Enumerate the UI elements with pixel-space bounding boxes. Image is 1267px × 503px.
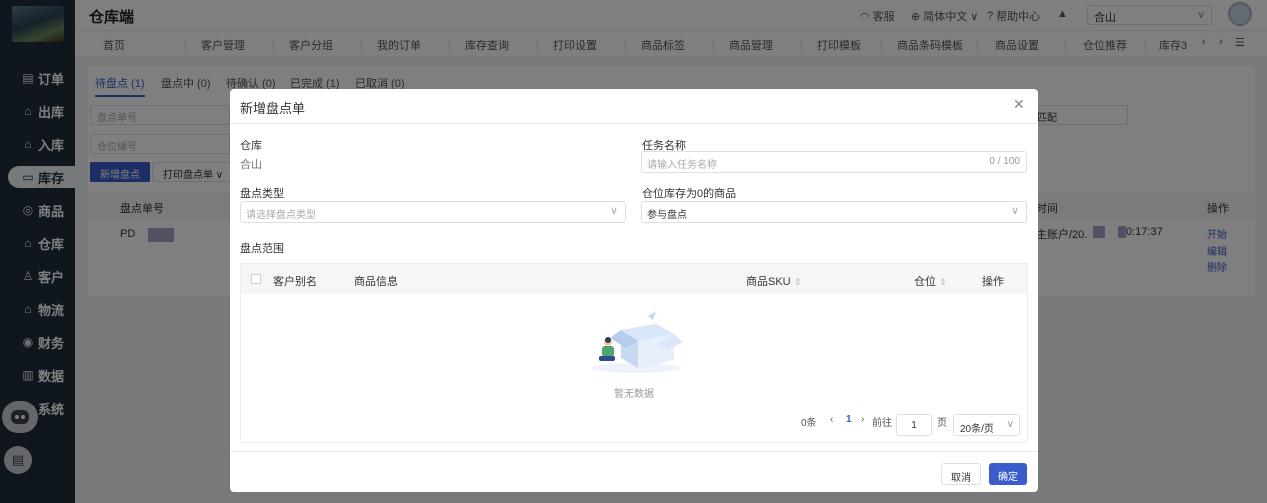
pager-next[interactable]: ›: [861, 414, 864, 425]
chevron-down-icon: ∨: [1010, 205, 1019, 217]
table-header: 客户别名 商品信息 商品SKU ⇕ 仓位 ⇕ 操作: [241, 264, 1027, 294]
chevron-down-icon: ∨: [609, 205, 618, 217]
pager-page-unit: 页: [937, 418, 947, 429]
pager-size-value: 20条/页: [960, 424, 994, 435]
divider: [230, 123, 1038, 124]
col-sku-label: 商品SKU: [746, 276, 791, 288]
dialog-title: 新增盘点单: [240, 101, 306, 116]
zero-stock-label: 仓位库存为0的商品: [642, 188, 737, 200]
chevron-right-icon: ›: [861, 414, 865, 425]
select-all-checkbox[interactable]: [251, 274, 261, 284]
cancel-button[interactable]: 取消: [941, 463, 981, 485]
chevron-down-icon: ∨: [1006, 419, 1014, 430]
new-count-dialog: 新增盘点单 ✕ 仓库 合山 任务名称 请输入任务名称 0 / 100 盘点类型 …: [230, 89, 1038, 492]
count-range-label: 盘点范围: [240, 243, 284, 255]
warehouse-label: 仓库: [240, 140, 262, 152]
sort-icon: ⇕: [793, 277, 802, 287]
char-count: 0 / 100: [989, 156, 1020, 167]
col-sku[interactable]: 商品SKU ⇕: [746, 273, 801, 289]
warehouse-value: 合山: [240, 159, 262, 171]
task-name-input[interactable]: 请输入任务名称 0 / 100: [641, 151, 1027, 173]
pager-current-page[interactable]: 1: [846, 414, 852, 425]
pager-goto-label: 前往: [872, 418, 892, 429]
empty-box-icon: [592, 311, 683, 373]
empty-text: 暂无数据: [614, 389, 654, 400]
count-type-select[interactable]: 请选择盘点类型 ∨: [240, 201, 626, 223]
col-location[interactable]: 仓位 ⇕: [914, 273, 947, 289]
pager-size-select[interactable]: 20条/页 ∨: [953, 414, 1020, 436]
close-icon[interactable]: ✕: [1013, 96, 1025, 113]
confirm-button[interactable]: 确定: [989, 463, 1027, 485]
pagination: 0条: [801, 414, 817, 429]
zero-stock-select[interactable]: 参与盘点 ∨: [641, 201, 1027, 223]
col-customer-alias: 客户别名: [273, 276, 317, 288]
zero-stock-value: 参与盘点: [647, 210, 687, 221]
pager-prev[interactable]: ‹: [830, 414, 833, 425]
count-range-table: 客户别名 商品信息 商品SKU ⇕ 仓位 ⇕ 操作 暂无数据 0条 ‹ 1 › …: [240, 263, 1028, 443]
col-product-info: 商品信息: [354, 276, 398, 288]
col-action: 操作: [982, 276, 1004, 288]
divider: [230, 451, 1038, 452]
count-type-placeholder: 请选择盘点类型: [246, 210, 316, 221]
sort-icon: ⇕: [939, 277, 947, 287]
task-name-placeholder: 请输入任务名称: [647, 160, 717, 171]
count-type-label: 盘点类型: [240, 188, 284, 200]
chevron-left-icon: ‹: [830, 414, 834, 425]
pager-page-input[interactable]: 1: [896, 414, 932, 436]
col-location-label: 仓位: [914, 276, 936, 288]
pager-total: 0条: [801, 418, 817, 429]
